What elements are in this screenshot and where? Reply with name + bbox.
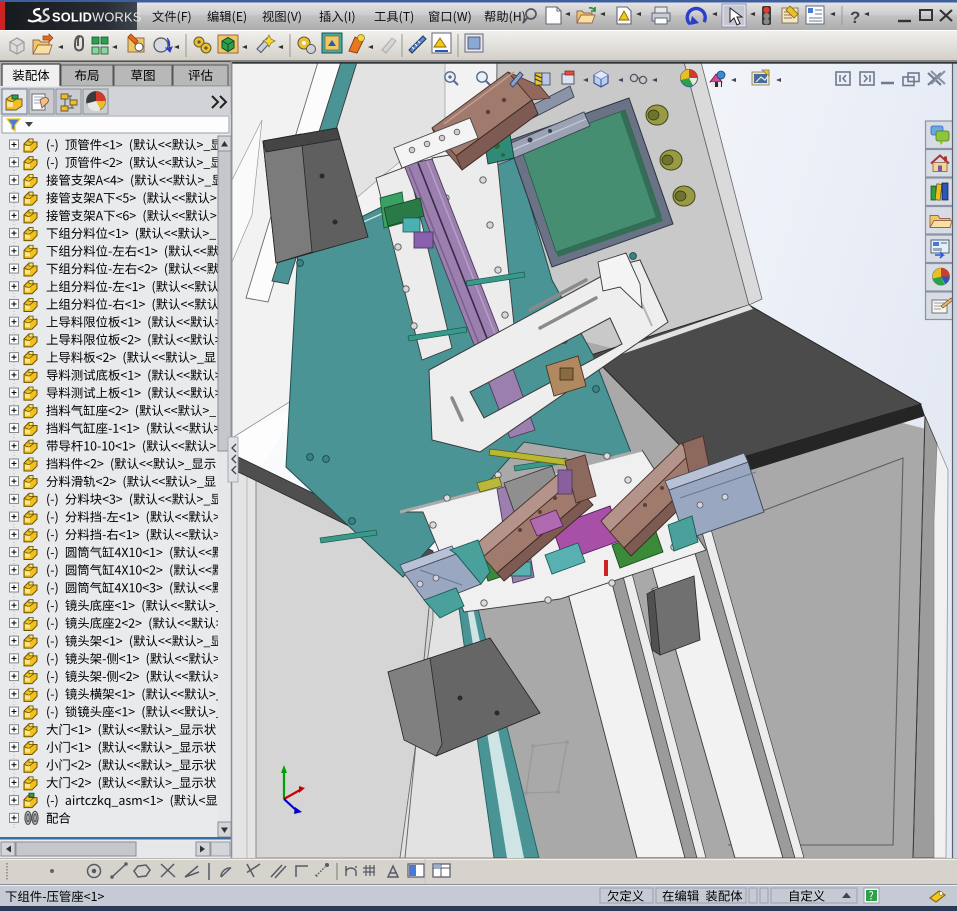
svg-text:SOLIDWORKS: SOLIDWORKS bbox=[52, 10, 141, 25]
svg-text:?: ? bbox=[850, 8, 860, 27]
